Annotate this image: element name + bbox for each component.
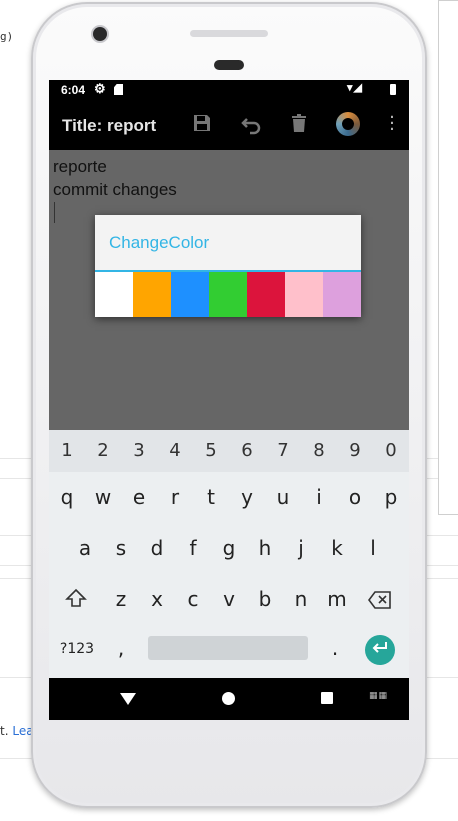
symbols-key[interactable]: ?123 (57, 641, 97, 657)
key-k[interactable]: k (319, 536, 355, 560)
key-q[interactable]: q (49, 485, 85, 509)
keyboard-switch-icon[interactable]: ▦▦ (369, 691, 388, 701)
key-2[interactable]: 2 (85, 440, 121, 461)
delete-icon[interactable] (287, 113, 311, 137)
key-f[interactable]: f (175, 536, 211, 560)
key-x[interactable]: x (139, 587, 175, 611)
undo-icon[interactable] (239, 113, 263, 137)
key-j[interactable]: j (283, 536, 319, 560)
color-swatch-blue[interactable] (171, 272, 209, 317)
toolbar-title: Title: report (62, 116, 157, 135)
color-swatch-orange[interactable] (133, 272, 171, 317)
key-t[interactable]: t (193, 485, 229, 509)
proximity-sensor (214, 60, 244, 70)
background-side-panel (438, 0, 458, 515)
back-icon[interactable] (120, 693, 136, 705)
key-m[interactable]: m (319, 587, 355, 611)
home-icon[interactable] (222, 692, 235, 705)
wifi-signal-icon: ▾◢ (347, 82, 363, 94)
note-editor[interactable]: reporte commit changes ChangeColor (49, 150, 409, 430)
color-wheel-icon[interactable] (336, 112, 360, 136)
color-swatch-white[interactable] (95, 272, 133, 317)
status-bar: 6:04 ⚙ ▾◢ (49, 80, 409, 100)
key-i[interactable]: i (301, 485, 337, 509)
front-camera (93, 27, 107, 41)
note-text-line: commit changes (53, 180, 177, 199)
space-key[interactable] (148, 636, 308, 660)
color-swatch-plum[interactable] (323, 272, 361, 317)
key-z[interactable]: z (103, 587, 139, 611)
earpiece-speaker (190, 30, 268, 37)
key-g[interactable]: g (211, 536, 247, 560)
key-y[interactable]: y (229, 485, 265, 509)
key-s[interactable]: s (103, 536, 139, 560)
color-swatch-red[interactable] (247, 272, 285, 317)
background-code-fragment: g) (0, 30, 14, 43)
key-8[interactable]: 8 (301, 440, 337, 461)
key-l[interactable]: l (355, 536, 391, 560)
key-e[interactable]: e (121, 485, 157, 509)
gear-icon: ⚙ (94, 81, 106, 96)
key-3[interactable]: 3 (121, 440, 157, 461)
app-toolbar: Title: report · · · (49, 100, 409, 150)
sd-card-icon (114, 84, 123, 95)
change-color-dialog: ChangeColor (95, 215, 361, 317)
key-7[interactable]: 7 (265, 440, 301, 461)
key-u[interactable]: u (265, 485, 301, 509)
key-r[interactable]: r (157, 485, 193, 509)
key-5[interactable]: 5 (193, 440, 229, 461)
key-a[interactable]: a (67, 536, 103, 560)
soft-keyboard: 1 2 3 4 5 6 7 8 9 0 q w e r t y u i o p … (49, 430, 409, 678)
battery-icon (390, 84, 396, 95)
color-swatch-green[interactable] (209, 272, 247, 317)
key-o[interactable]: o (337, 485, 373, 509)
key-d[interactable]: d (139, 536, 175, 560)
more-vert-icon[interactable]: · · · (382, 109, 402, 139)
navigation-bar: ▦▦ (49, 678, 409, 720)
background-footer: t. Lea (0, 724, 34, 738)
key-p[interactable]: p (373, 485, 409, 509)
shift-icon[interactable] (58, 588, 94, 613)
backspace-icon[interactable] (362, 590, 398, 614)
key-4[interactable]: 4 (157, 440, 193, 461)
key-n[interactable]: n (283, 587, 319, 611)
key-b[interactable]: b (247, 587, 283, 611)
save-icon[interactable] (190, 113, 214, 137)
key-6[interactable]: 6 (229, 440, 265, 461)
color-swatch-pink[interactable] (285, 272, 323, 317)
key-9[interactable]: 9 (337, 440, 373, 461)
background-footer-text: t. (0, 724, 9, 738)
text-cursor (54, 202, 55, 223)
key-c[interactable]: c (175, 587, 211, 611)
comma-key[interactable]: , (111, 636, 131, 660)
status-time: 6:04 (61, 83, 86, 97)
key-0[interactable]: 0 (373, 440, 409, 461)
key-v[interactable]: v (211, 587, 247, 611)
key-1[interactable]: 1 (49, 440, 85, 461)
dialog-title: ChangeColor (109, 233, 210, 252)
recents-icon[interactable] (321, 692, 333, 704)
key-w[interactable]: w (85, 485, 121, 509)
key-h[interactable]: h (247, 536, 283, 560)
number-row: 1 2 3 4 5 6 7 8 9 0 (49, 430, 409, 472)
period-key[interactable]: . (325, 636, 345, 660)
enter-icon[interactable] (365, 635, 395, 665)
device-screen: 6:04 ⚙ ▾◢ Title: report · · · reporte comm… (49, 80, 409, 720)
note-text-line: reporte (53, 157, 107, 176)
